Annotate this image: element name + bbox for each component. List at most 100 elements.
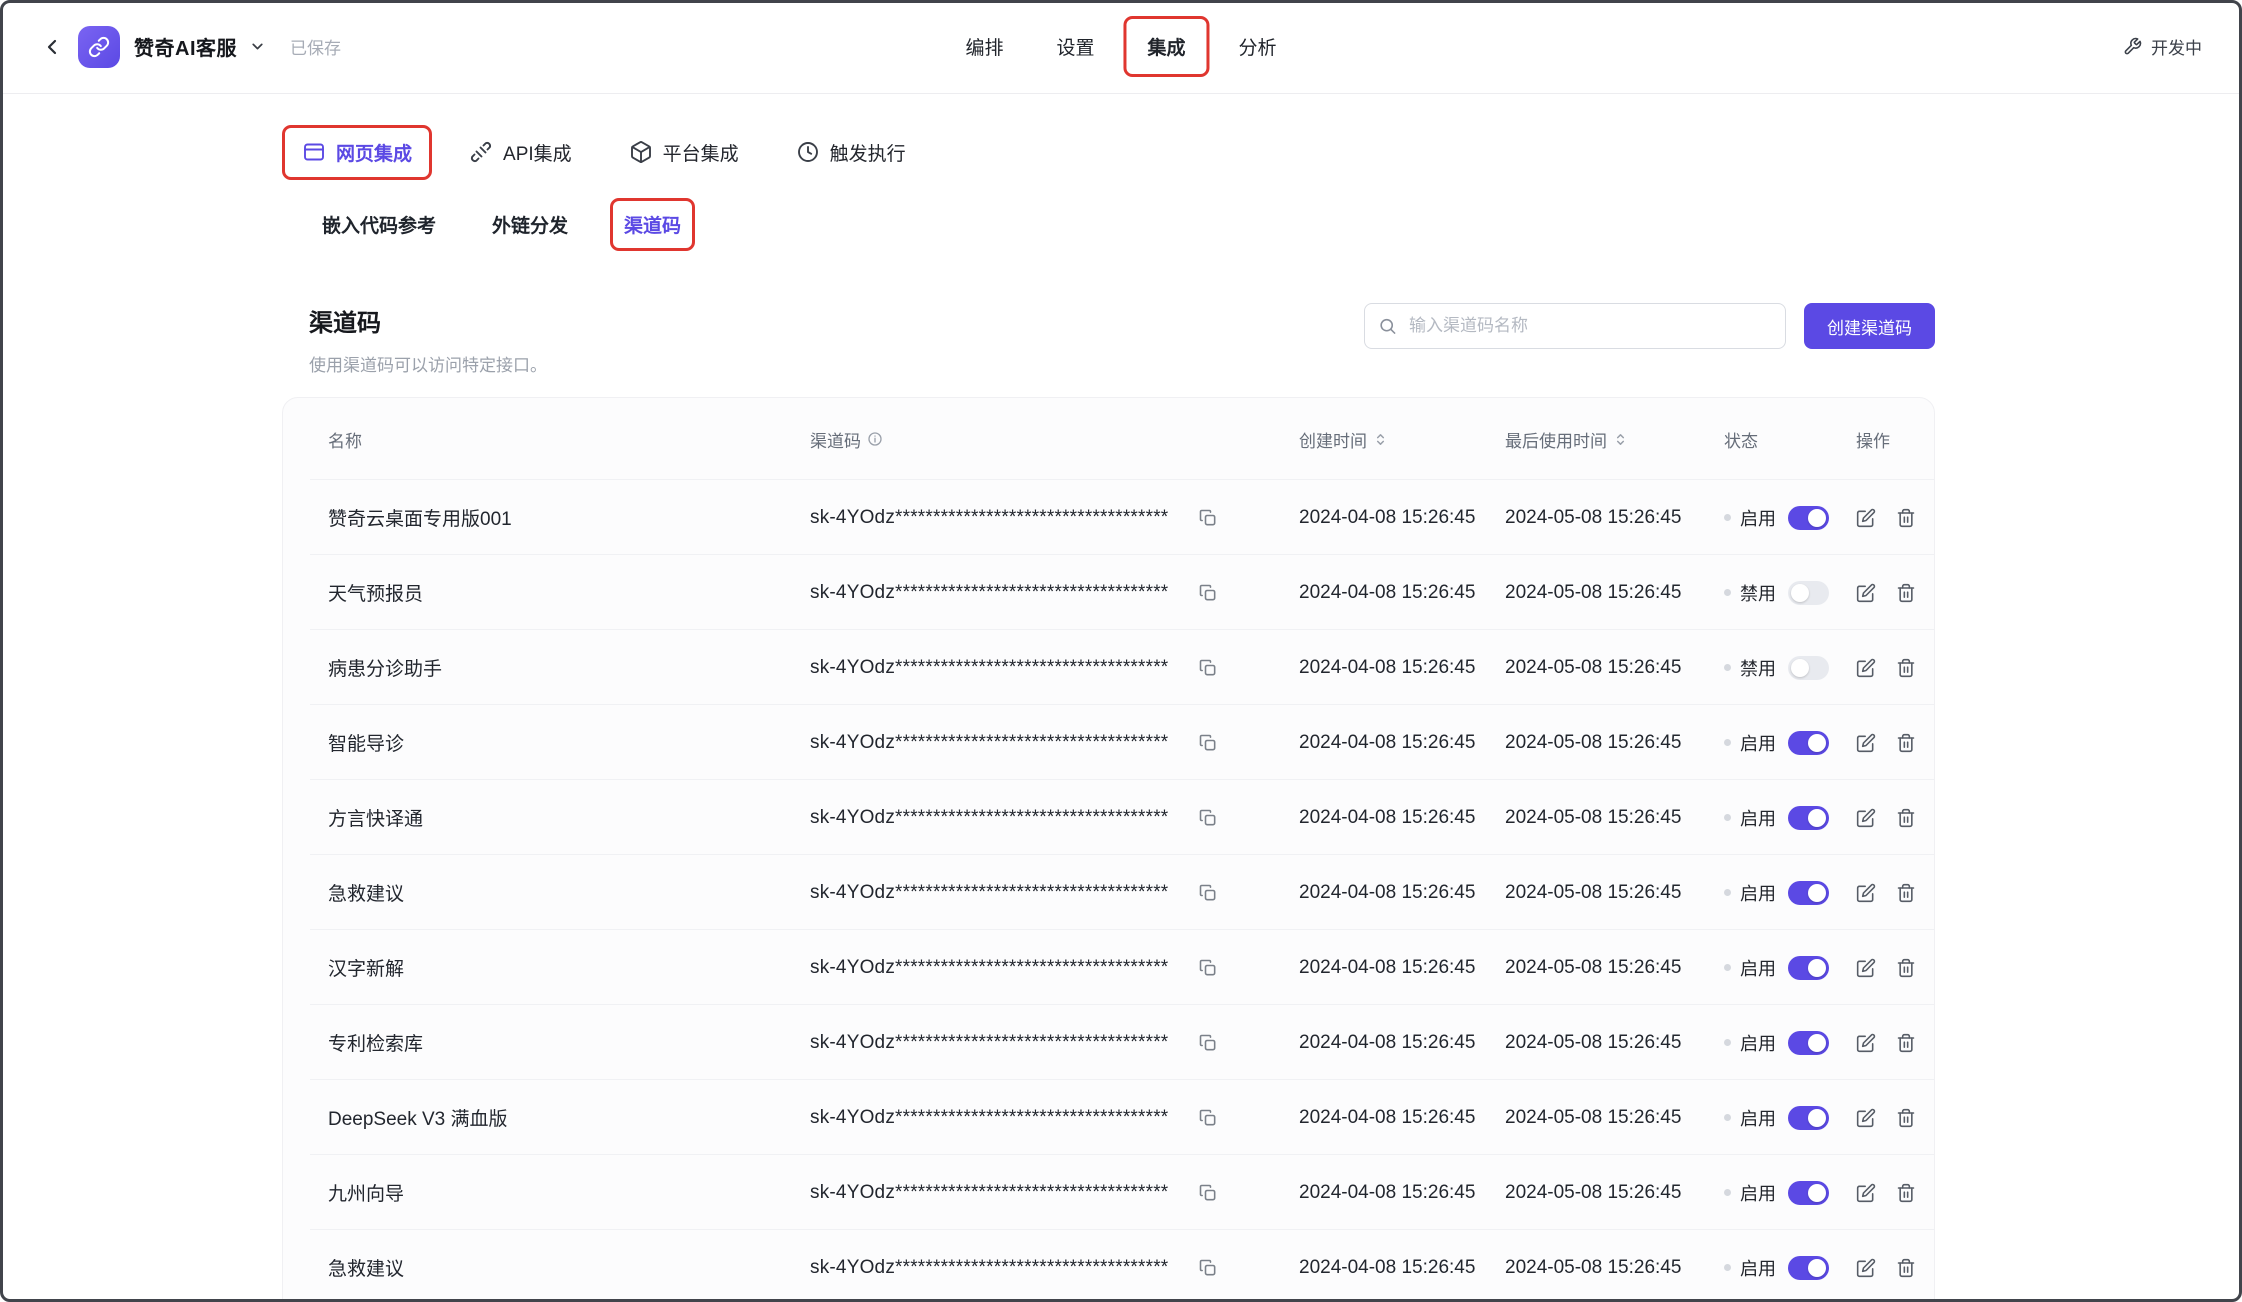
table-row: 专利检索库 sk-4YOdz**************************… [283, 1005, 1934, 1080]
edit-icon[interactable] [1856, 808, 1876, 828]
last-used-time: 2024-05-08 15:26:45 [1505, 957, 1724, 979]
tab-web-integration[interactable]: 网页集成 [302, 139, 412, 166]
web-integration-subtabs: 嵌入代码参考 外链分发 渠道码 [0, 200, 2242, 248]
copy-icon[interactable] [1198, 658, 1218, 678]
search-icon [1378, 317, 1397, 336]
status-toggle[interactable] [1788, 806, 1829, 830]
status-toggle[interactable] [1788, 1181, 1829, 1205]
status-toggle[interactable] [1788, 656, 1829, 680]
copy-icon[interactable] [1198, 808, 1218, 828]
app-title: 赞奇AI客服 [134, 32, 237, 61]
status-toggle[interactable] [1788, 881, 1829, 905]
delete-icon[interactable] [1896, 1033, 1916, 1053]
status-dot [1724, 739, 1731, 746]
sort-icon[interactable] [1613, 432, 1628, 447]
delete-icon[interactable] [1896, 733, 1916, 753]
delete-icon[interactable] [1896, 658, 1916, 678]
edit-icon[interactable] [1856, 1258, 1876, 1278]
created-time: 2024-04-08 15:26:45 [1299, 657, 1505, 679]
channel-code: sk-4YOdz********************************… [810, 807, 1168, 829]
copy-icon[interactable] [1198, 883, 1218, 903]
channel-name: DeepSeek V3 满血版 [328, 1104, 810, 1131]
edit-icon[interactable] [1856, 1183, 1876, 1203]
page-head: 渠道码 使用渠道码可以访问特定接口。 创建渠道码 [0, 303, 2242, 376]
channel-name: 方言快译通 [328, 804, 810, 831]
status-toggle[interactable] [1788, 581, 1829, 605]
delete-icon[interactable] [1896, 883, 1916, 903]
copy-icon[interactable] [1198, 1108, 1218, 1128]
status-toggle[interactable] [1788, 1256, 1829, 1280]
status-label: 启用 [1740, 505, 1776, 531]
channel-name: 病患分诊助手 [328, 654, 810, 681]
dev-mode-button[interactable]: 开发中 [2123, 34, 2202, 59]
subtab-channel-code[interactable]: 渠道码 [624, 211, 681, 238]
tab-platform-integration[interactable]: 平台集成 [629, 139, 739, 166]
subtab-embed-code[interactable]: 嵌入代码参考 [322, 211, 436, 238]
edit-icon[interactable] [1856, 583, 1876, 603]
header-last-used[interactable]: 最后使用时间 [1505, 427, 1724, 452]
nav-item-orchestrate[interactable]: 编排 [965, 33, 1003, 60]
table-row: DeepSeek V3 满血版 sk-4YOdz****************… [283, 1080, 1934, 1155]
status-toggle[interactable] [1788, 1106, 1829, 1130]
created-time: 2024-04-08 15:26:45 [1299, 582, 1505, 604]
api-icon [469, 140, 493, 164]
channel-code: sk-4YOdz********************************… [810, 882, 1168, 904]
copy-icon[interactable] [1198, 1183, 1218, 1203]
create-channel-code-button[interactable]: 创建渠道码 [1804, 303, 1935, 349]
search-input[interactable] [1364, 303, 1786, 349]
copy-icon[interactable] [1198, 583, 1218, 603]
delete-icon[interactable] [1896, 1258, 1916, 1278]
delete-icon[interactable] [1896, 1108, 1916, 1128]
channel-code: sk-4YOdz********************************… [810, 1182, 1168, 1204]
edit-icon[interactable] [1856, 733, 1876, 753]
subtab-link-distribution[interactable]: 外链分发 [492, 211, 568, 238]
tab-api-integration[interactable]: API集成 [469, 139, 572, 166]
status-toggle[interactable] [1788, 731, 1829, 755]
nav-item-integration[interactable]: 集成 [1148, 33, 1186, 60]
table-row: 病患分诊助手 sk-4YOdz*************************… [283, 630, 1934, 705]
table-row: 急救建议 sk-4YOdz***************************… [283, 855, 1934, 930]
edit-icon[interactable] [1856, 508, 1876, 528]
tab-trigger-execution[interactable]: 触发执行 [796, 139, 906, 166]
search-box [1364, 303, 1786, 349]
header-code: 渠道码 [810, 427, 1299, 452]
table-row: 智能导诊 sk-4YOdz***************************… [283, 705, 1934, 780]
delete-icon[interactable] [1896, 583, 1916, 603]
last-used-time: 2024-05-08 15:26:45 [1505, 1107, 1724, 1129]
created-time: 2024-04-08 15:26:45 [1299, 1182, 1505, 1204]
status-label: 启用 [1740, 1180, 1776, 1206]
header-created[interactable]: 创建时间 [1299, 427, 1505, 452]
delete-icon[interactable] [1896, 808, 1916, 828]
delete-icon[interactable] [1896, 958, 1916, 978]
status-label: 禁用 [1740, 655, 1776, 681]
nav-item-settings[interactable]: 设置 [1056, 33, 1094, 60]
channel-name: 专利检索库 [328, 1029, 810, 1056]
copy-icon[interactable] [1198, 1258, 1218, 1278]
sort-icon[interactable] [1373, 432, 1388, 447]
edit-icon[interactable] [1856, 658, 1876, 678]
header-actions: 操作 [1856, 427, 1914, 452]
edit-icon[interactable] [1856, 1033, 1876, 1053]
status-label: 启用 [1740, 1030, 1776, 1056]
back-button[interactable] [40, 35, 64, 59]
delete-icon[interactable] [1896, 508, 1916, 528]
copy-icon[interactable] [1198, 1033, 1218, 1053]
app-header: 赞奇AI客服 已保存 编排 设置 集成 分析 开发中 [0, 0, 2242, 94]
edit-icon[interactable] [1856, 883, 1876, 903]
channel-code: sk-4YOdz********************************… [810, 1032, 1168, 1054]
edit-icon[interactable] [1856, 1108, 1876, 1128]
nav-item-analysis[interactable]: 分析 [1239, 33, 1277, 60]
tab-label: 网页集成 [336, 139, 412, 166]
copy-icon[interactable] [1198, 508, 1218, 528]
status-toggle[interactable] [1788, 1031, 1829, 1055]
title-dropdown[interactable] [251, 38, 266, 55]
copy-icon[interactable] [1198, 733, 1218, 753]
status-toggle[interactable] [1788, 956, 1829, 980]
delete-icon[interactable] [1896, 1183, 1916, 1203]
app-logo [78, 26, 120, 68]
table-row: 汉字新解 sk-4YOdz***************************… [283, 930, 1934, 1005]
copy-icon[interactable] [1198, 958, 1218, 978]
edit-icon[interactable] [1856, 958, 1876, 978]
channel-name: 急救建议 [328, 879, 810, 906]
status-toggle[interactable] [1788, 506, 1829, 530]
